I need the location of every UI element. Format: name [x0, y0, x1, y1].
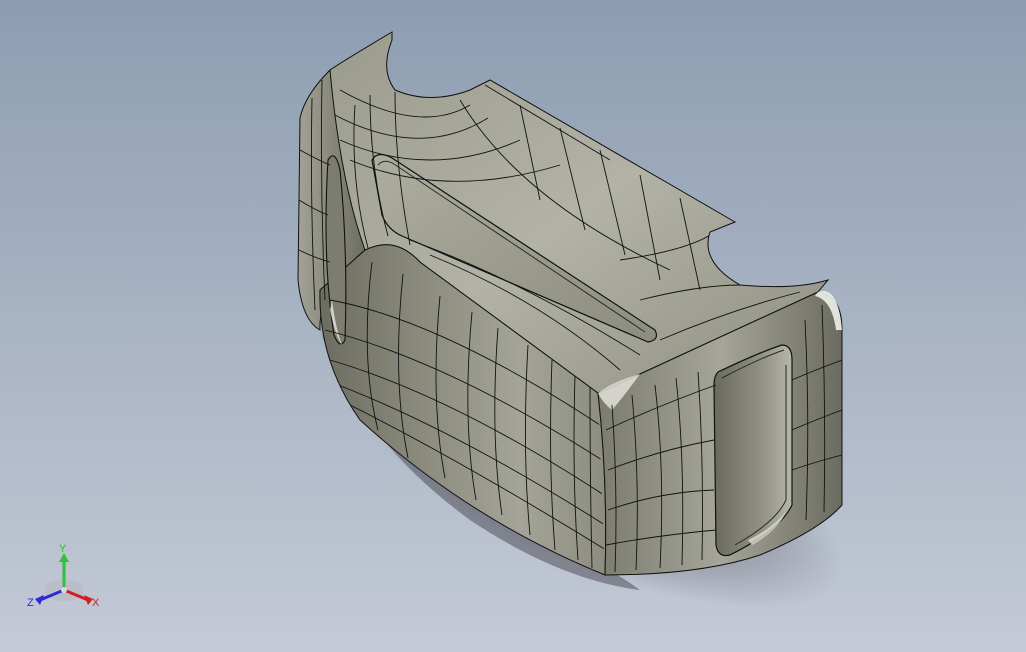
triad-origin	[61, 587, 67, 593]
graphics-viewport[interactable]: Y X Z	[0, 0, 1026, 652]
triad-x-label: X	[92, 597, 100, 609]
triad-z-label: Z	[27, 597, 34, 609]
triad-y-label: Y	[59, 543, 67, 555]
model-scene[interactable]: Y X Z	[0, 0, 1026, 652]
